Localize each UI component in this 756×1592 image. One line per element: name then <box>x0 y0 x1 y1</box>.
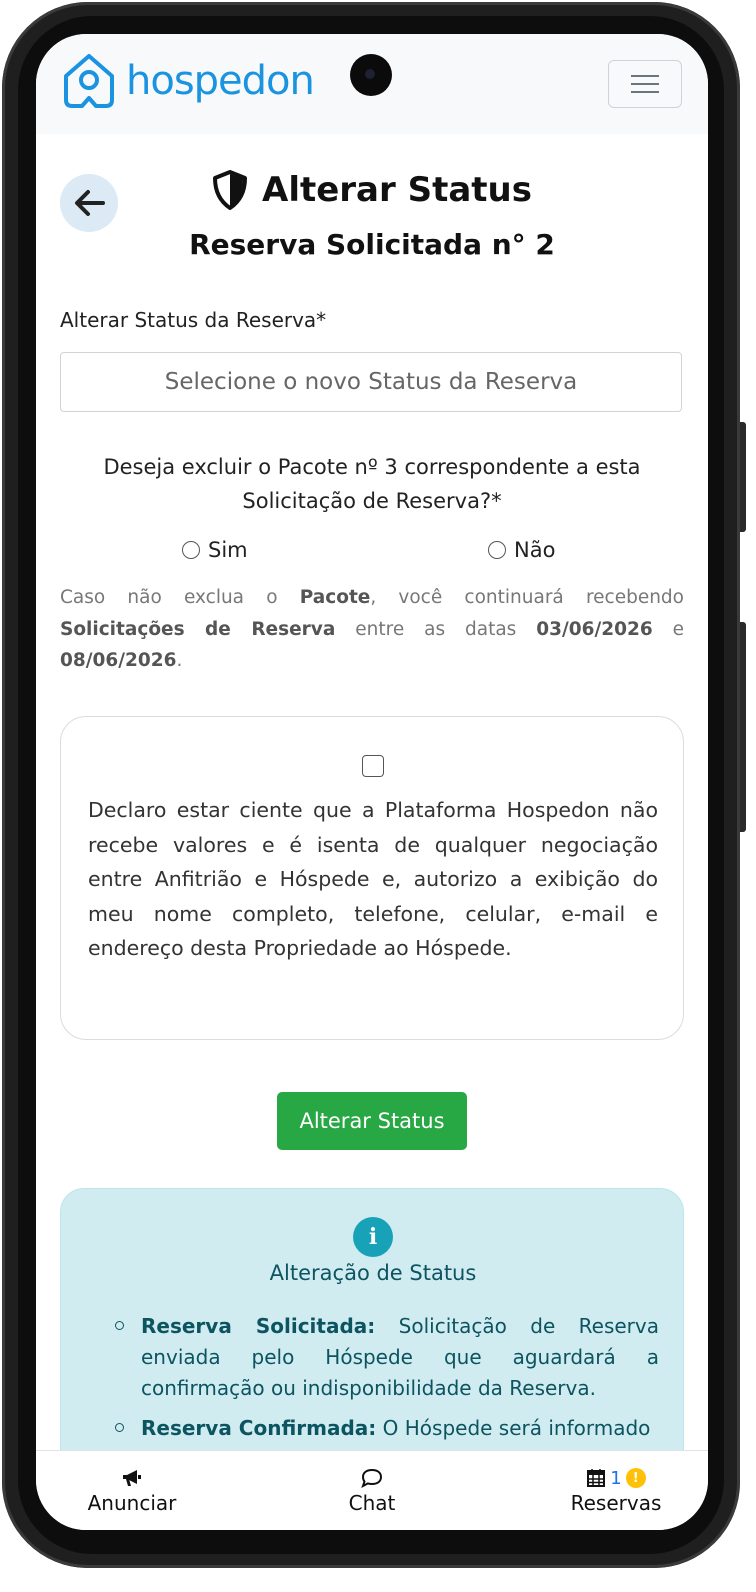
chat-bubble-icon <box>361 1468 383 1488</box>
page-subtitle: Reserva Solicitada n° 2 <box>189 228 555 261</box>
list-item: Reserva Solicitada: Solicitação de Reser… <box>115 1311 659 1404</box>
hamburger-icon <box>631 75 659 77</box>
note-text: . <box>176 650 183 671</box>
megaphone-icon <box>123 1470 141 1486</box>
hamburger-icon <box>631 91 659 93</box>
menu-toggle-button[interactable] <box>608 60 682 108</box>
consent-card: Declaro estar ciente que a Plataforma Ho… <box>60 716 684 1040</box>
list-item: Reserva Confirmada: O Hóspede será infor… <box>115 1413 659 1444</box>
page-title: Alterar Status <box>262 170 532 210</box>
status-field-label: Alterar Status da Reserva* <box>60 308 327 332</box>
status-select-placeholder: Selecione o novo Status da Reserva <box>164 369 578 395</box>
note-bold: Solicitações de Reserva <box>60 618 336 640</box>
status-info-list: Reserva Solicitada: Solicitação de Reser… <box>115 1311 659 1453</box>
delete-package-question: Deseja excluir o Pacote nº 3 corresponde… <box>103 455 641 513</box>
navbar: hospedon <box>36 34 708 134</box>
shield-icon <box>213 170 247 210</box>
alert-badge-icon: ! <box>625 1468 646 1488</box>
list-item-term: Reserva Confirmada: <box>141 1416 377 1440</box>
alter-status-button[interactable]: Alterar Status <box>277 1092 467 1150</box>
note-date-end: 08/06/2026 <box>60 650 177 671</box>
nav-label: Chat <box>348 1491 396 1515</box>
bottom-navigation: Anunciar Chat 1 ! Reservas <box>36 1450 708 1530</box>
radio-label-no: Não <box>514 538 556 562</box>
note-text: , você continuará recebendo <box>370 587 684 608</box>
note-bold: Pacote <box>299 587 371 608</box>
nav-icon-wrap: 1 ! <box>556 1465 676 1491</box>
nav-label: Reservas <box>570 1491 662 1515</box>
nav-anunciar[interactable]: Anunciar <box>82 1465 182 1515</box>
front-camera <box>350 54 392 96</box>
reservas-count-badge: 1 <box>610 1467 622 1489</box>
screen: hospedon Alterar Status Reserva Solicita… <box>36 34 708 1530</box>
bullet-icon <box>115 1423 124 1432</box>
list-item-desc: O Hóspede será informado <box>376 1416 651 1440</box>
hamburger-icon <box>631 83 659 85</box>
nav-label: Anunciar <box>87 1491 177 1515</box>
info-title: Alteração de Status <box>269 1261 477 1285</box>
nav-chat[interactable]: Chat <box>322 1465 422 1515</box>
brand-name: hospedon <box>126 58 315 104</box>
nav-icon-wrap <box>322 1465 422 1491</box>
info-icon: i <box>353 1217 393 1257</box>
note-date-start: 03/06/2026 <box>536 618 653 640</box>
page-title-wrap: Alterar Status <box>212 170 532 210</box>
calendar-icon <box>587 1469 606 1487</box>
status-select[interactable]: Selecione o novo Status da Reserva <box>60 352 682 412</box>
nav-reservas[interactable]: 1 ! Reservas <box>556 1465 676 1516</box>
note-text: e <box>652 618 685 640</box>
radio-circle[interactable] <box>182 541 200 559</box>
nav-icon-wrap <box>82 1465 182 1491</box>
radio-option-yes[interactable]: Sim <box>182 538 248 562</box>
bullet-icon <box>115 1321 124 1330</box>
side-button <box>740 622 746 832</box>
radio-label-yes: Sim <box>208 538 248 562</box>
consent-text: Declaro estar ciente que a Plataforma Ho… <box>88 798 658 960</box>
note-text: entre as datas <box>335 618 537 640</box>
consent-checkbox[interactable] <box>362 755 384 777</box>
side-button <box>740 422 746 532</box>
list-item-term: Reserva Solicitada: <box>141 1314 376 1338</box>
house-logo-icon <box>64 54 114 108</box>
brand-logo[interactable]: hospedon <box>60 52 315 110</box>
note-text: Caso não exclua o <box>60 587 300 608</box>
phone-frame: hospedon Alterar Status Reserva Solicita… <box>2 2 746 1568</box>
radio-option-no[interactable]: Não <box>488 538 555 562</box>
radio-circle[interactable] <box>488 541 506 559</box>
page-header: Alterar Status <box>36 170 708 214</box>
package-note: Caso não exclua o Pacote, você continuar… <box>60 582 684 677</box>
